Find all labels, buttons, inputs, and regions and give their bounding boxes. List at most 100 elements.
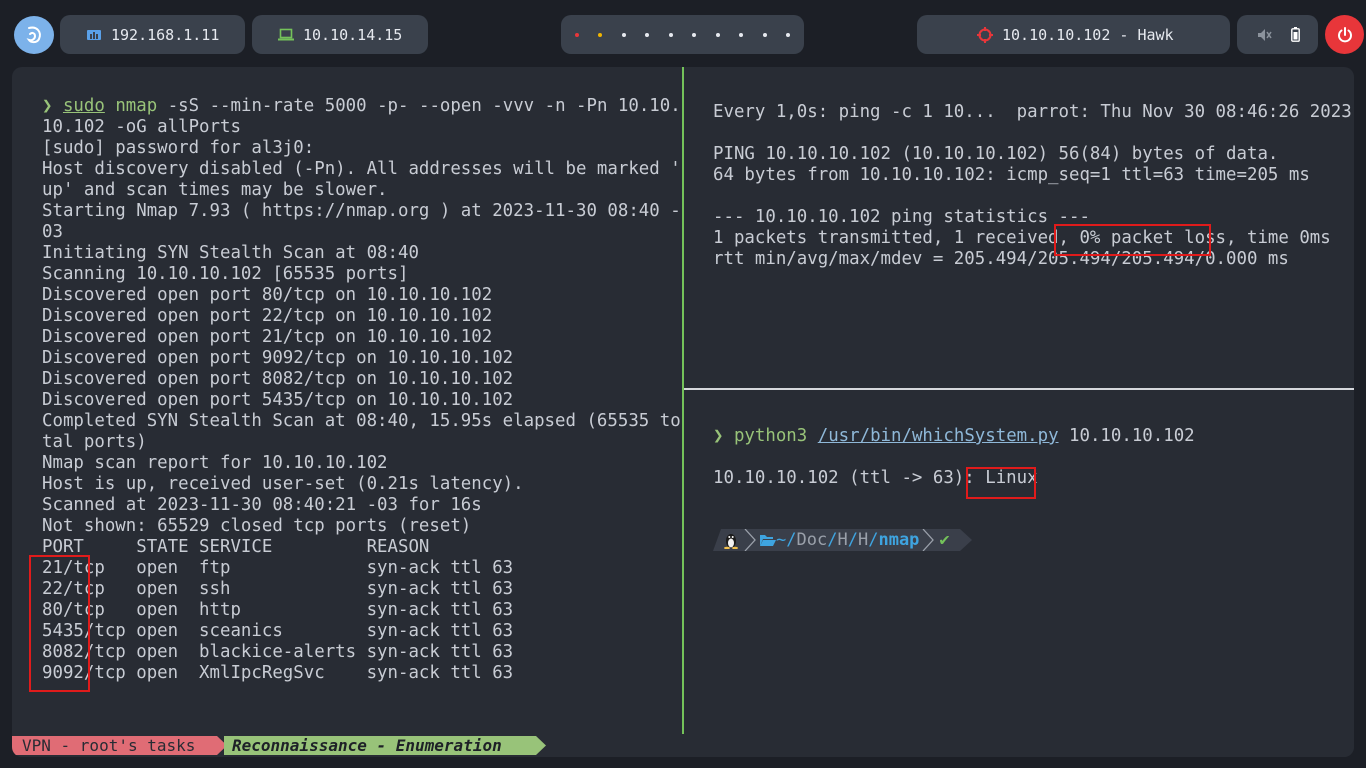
left-pane-nmap[interactable]: ❯ sudo nmap -sS --min-rate 5000 -p- --op… [12, 67, 682, 734]
prompt-separator-icon [743, 529, 757, 551]
network-icon [87, 29, 101, 40]
nmap-output-line: Scanning 10.10.10.102 [65535 ports] [42, 264, 409, 284]
target-text: 10.10.10.102 - Hawk [1002, 25, 1174, 44]
linux-tux-icon [724, 534, 738, 549]
volume-muted-icon[interactable] [1257, 28, 1272, 42]
nmap-output-line: Initiating SYN Stealth Scan at 08:40 [42, 243, 419, 263]
path-part-3: H [857, 530, 869, 550]
prompt-right-cap-icon [959, 529, 972, 551]
workspace-switcher[interactable] [561, 15, 804, 54]
status-active-start-icon [214, 736, 224, 755]
nmap-output-line: Starting Nmap 7.93 ( https://nmap.org ) … [42, 201, 681, 221]
laptop-icon [278, 28, 294, 41]
ping-output-line: PING 10.10.10.102 (10.10.10.102) 56(84) … [713, 144, 1279, 164]
packet-loss-highlight-box [1054, 224, 1211, 256]
prompt-separator-icon-2 [921, 529, 936, 551]
nmap-args: -sS --min-rate 5000 -p- --open -vvv -n -… [157, 96, 681, 116]
nmap-output-line: 5435/tcp open sceanics syn-ack ttl 63 [42, 621, 514, 641]
nmap-output-line: tal ports) [42, 432, 147, 452]
nmap-output-line: Discovered open port 5435/tcp on 10.10.1… [42, 390, 514, 410]
vpn-ip-widget[interactable]: 10.10.14.15 [252, 15, 428, 54]
ttl-result-prefix: 10.10.10.102 (ttl -> 63): [713, 468, 986, 488]
parrot-logo-icon [26, 26, 41, 44]
workspace-dot-7[interactable] [715, 32, 720, 37]
nmap-output-line: PORT STATE SERVICE REASON [42, 537, 430, 557]
ping-output-line: Every 1,0s: ping -c 1 10... parrot: Thu … [713, 102, 1352, 122]
session-name[interactable]: VPN - root's tasks [12, 736, 217, 755]
active-window-tab[interactable]: Reconnaissance - Enumeration [224, 736, 536, 755]
crosshair-icon [977, 26, 993, 43]
script-arg: 10.10.10.102 [1058, 426, 1195, 446]
battery-icon[interactable] [1291, 27, 1300, 42]
path-segment: ~ / Doc / H / H / nmap [757, 529, 922, 551]
system-tray [1237, 15, 1318, 54]
nmap-output-line: 21/tcp open ftp syn-ack ttl 63 [42, 558, 514, 578]
prompt-arrow: ❯ [42, 96, 63, 116]
ping-output-line: 1 packets transmitted, 1 received, 0% pa… [713, 228, 1331, 248]
nmap-output-line: 8082/tcp open blackice-alerts syn-ack tt… [42, 642, 514, 662]
ping-output: Every 1,0s: ping -c 1 10... parrot: Thu … [713, 102, 1352, 270]
power-button[interactable] [1325, 15, 1364, 54]
path-home: ~ [776, 530, 787, 550]
workspace-dot-8[interactable] [739, 32, 744, 37]
nmap-output-line: Discovered open port 8082/tcp on 10.10.1… [42, 369, 514, 389]
nmap-output-line: Discovered open port 21/tcp on 10.10.10.… [42, 327, 493, 347]
nmap-output-line: 80/tcp open http syn-ack ttl 63 [42, 600, 514, 620]
right-top-pane-ping[interactable]: Every 1,0s: ping -c 1 10... parrot: Thu … [684, 67, 1354, 388]
parrot-logo-button[interactable] [14, 16, 54, 54]
local-ip-text: 192.168.1.11 [111, 25, 220, 44]
right-bottom-pane-whichsystem[interactable]: ❯ python3 /usr/bin/whichSystem.py 10.10.… [684, 390, 1354, 734]
nmap-output-line: 03 [42, 222, 63, 242]
status-ok-segment: ✔ [935, 529, 960, 551]
folder-open-icon [760, 535, 776, 546]
ports-highlight-box [29, 555, 90, 692]
nmap-output-line: [sudo] password for al3j0: [42, 138, 315, 158]
os-highlight-box [966, 467, 1036, 499]
workspace-dot-1[interactable] [574, 32, 579, 37]
script-path: /usr/bin/whichSystem.py [817, 426, 1059, 446]
terminal-window: ❯ sudo nmap -sS --min-rate 5000 -p- --op… [12, 67, 1354, 757]
nmap-output-line: Not shown: 65529 closed tcp ports (reset… [42, 516, 472, 536]
prompt-left-cap-icon [713, 529, 721, 551]
workspace-dot-5[interactable] [668, 32, 673, 37]
workspace-dot-6[interactable] [692, 32, 697, 37]
top-bar: 192.168.1.11 10.10.14.15 10.10.10.102 - … [0, 0, 1366, 68]
workspace-dot-2[interactable] [598, 32, 603, 37]
nmap-output-line: 10.102 -oG allPorts [42, 117, 241, 137]
nmap-output-line: Nmap scan report for 10.10.10.102 [42, 453, 388, 473]
left-pane-output: ❯ sudo nmap -sS --min-rate 5000 -p- --op… [42, 96, 681, 684]
nmap-output-line: Discovered open port 9092/tcp on 10.10.1… [42, 348, 514, 368]
sudo-command: sudo [62, 96, 105, 116]
check-icon: ✔ [939, 530, 950, 550]
nmap-output-line: Completed SYN Stealth Scan at 08:40, 15.… [42, 411, 681, 431]
status-active-end-icon [536, 736, 546, 755]
nmap-output-line: 22/tcp open ssh syn-ack ttl 63 [42, 579, 514, 599]
nmap-output-line: Scanned at 2023-11-30 08:40:21 -03 for 1… [42, 495, 482, 515]
powerline-prompt: ~ / Doc / H / H / nmap ✔ [713, 529, 972, 551]
nmap-output-line: 9092/tcp open XmlIpcRegSvc syn-ack ttl 6… [42, 663, 514, 683]
workspace-dot-9[interactable] [762, 32, 767, 37]
prompt-arrow-2: ❯ [713, 426, 734, 446]
workspace-dot-4[interactable] [645, 32, 650, 37]
local-ip-widget[interactable]: 192.168.1.11 [60, 15, 245, 54]
nmap-command: nmap [115, 96, 158, 116]
nmap-output-line: Host is up, received user-set (0.21s lat… [42, 474, 524, 494]
path-part-1: Doc [796, 530, 828, 550]
ping-output-line: 64 bytes from 10.10.10.102: icmp_seq=1 t… [713, 165, 1310, 185]
os-segment [721, 529, 743, 551]
workspace-dot-3[interactable] [621, 32, 626, 37]
path-current: nmap [878, 530, 920, 550]
python-command: python3 [733, 426, 808, 446]
nmap-output-line: Discovered open port 22/tcp on 10.10.10.… [42, 306, 493, 326]
path-part-2: H [837, 530, 848, 550]
nmap-output-line: Discovered open port 80/tcp on 10.10.10.… [42, 285, 493, 305]
ping-output-line: --- 10.10.10.102 ping statistics --- [713, 207, 1090, 227]
nmap-output-line: Host discovery disabled (-Pn). All addre… [42, 159, 681, 179]
vpn-ip-text: 10.10.14.15 [303, 25, 403, 44]
target-widget[interactable]: 10.10.10.102 - Hawk [917, 15, 1230, 54]
power-icon [1337, 26, 1352, 42]
workspace-dot-10[interactable] [786, 32, 791, 37]
nmap-output-line: up' and scan times may be slower. [42, 180, 388, 200]
whichsystem-output: ❯ python3 /usr/bin/whichSystem.py 10.10.… [713, 426, 1195, 489]
tmux-status-bar: VPN - root's tasks Reconnaissance - Enum… [12, 734, 1354, 757]
